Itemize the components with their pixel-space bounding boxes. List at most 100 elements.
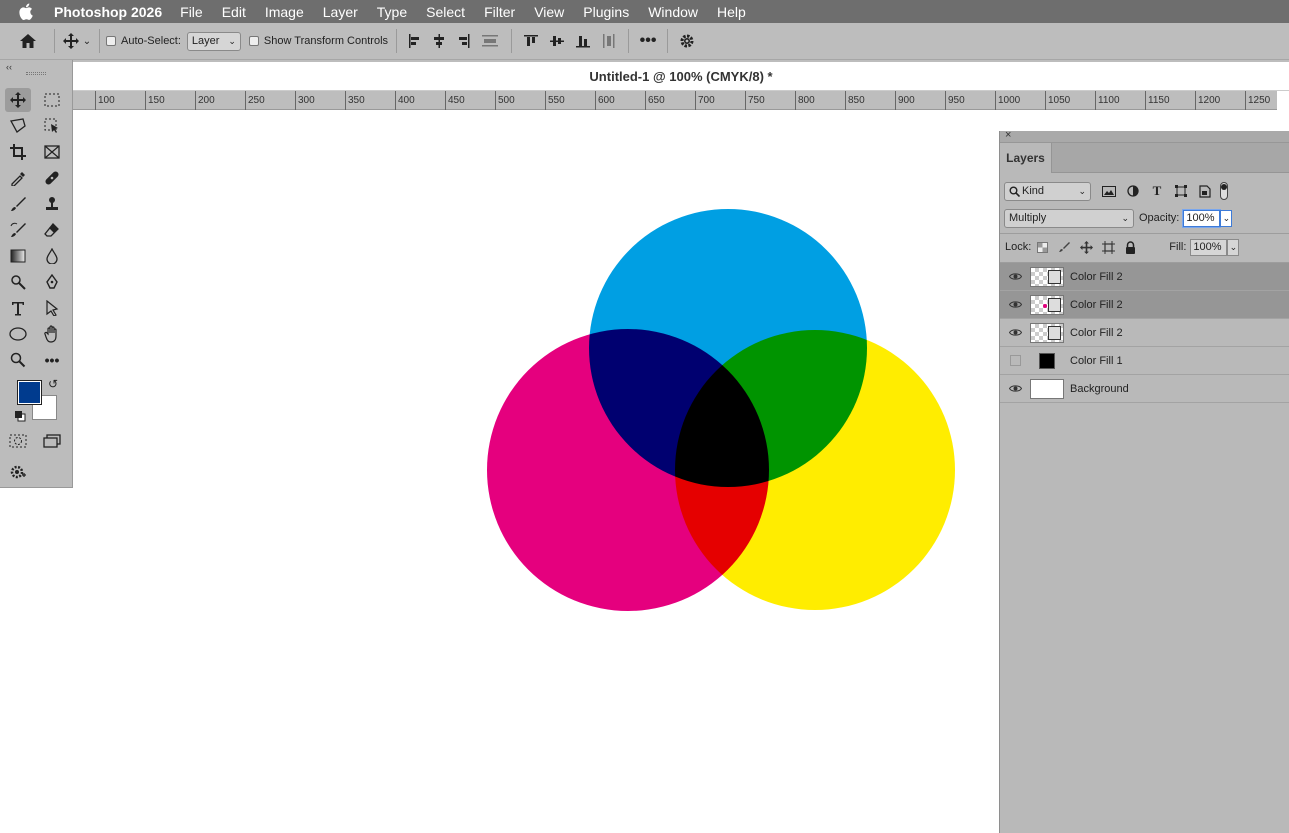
eyedropper-tool-icon[interactable] [5, 166, 31, 190]
more-tools-icon[interactable]: ••• [39, 348, 65, 372]
move-tool-icon[interactable] [61, 29, 81, 53]
apple-icon[interactable] [18, 3, 38, 20]
gear-icon[interactable] [674, 29, 700, 53]
hand-tool-icon[interactable] [39, 322, 65, 346]
layer-row[interactable]: Color Fill 1 [1000, 347, 1289, 375]
type-filter-icon[interactable]: T [1145, 179, 1169, 203]
distribute-vertical-icon[interactable] [596, 29, 622, 53]
blend-mode-dropdown[interactable]: Multiply ⌄ [1004, 208, 1134, 228]
align-middle-icon[interactable] [544, 29, 570, 53]
path-selection-tool-icon[interactable] [39, 296, 65, 320]
align-bottom-icon[interactable] [570, 29, 596, 53]
show-transform-checkbox[interactable] [248, 36, 259, 46]
menu-edit[interactable]: Edit [222, 4, 246, 20]
chevron-down-icon[interactable]: ⌄ [81, 29, 93, 53]
layer-row[interactable]: Color Fill 2 [1000, 319, 1289, 347]
menu-plugins[interactable]: Plugins [583, 4, 629, 20]
eraser-tool-icon[interactable] [39, 218, 65, 242]
align-right-icon[interactable] [451, 29, 475, 53]
menu-help[interactable]: Help [717, 4, 746, 20]
divider [511, 29, 513, 53]
move-tool-icon[interactable] [5, 88, 31, 112]
dodge-tool-icon[interactable] [5, 270, 31, 294]
align-left-icon[interactable] [403, 29, 427, 53]
crop-tool-icon[interactable] [5, 140, 31, 164]
home-icon[interactable] [14, 29, 42, 53]
brush-tool-icon[interactable] [5, 192, 31, 216]
close-icon[interactable]: × [1005, 129, 1011, 141]
stamp-tool-icon[interactable] [39, 192, 65, 216]
menu-window[interactable]: Window [648, 4, 698, 20]
distribute-icon[interactable] [475, 29, 505, 53]
ruler-tick: 1100 [1095, 91, 1120, 110]
default-colors-icon[interactable] [14, 410, 26, 425]
smart-object-filter-icon[interactable] [1193, 179, 1217, 203]
menu-select[interactable]: Select [426, 4, 465, 20]
pen-tool-icon[interactable] [39, 270, 65, 294]
image-filter-icon[interactable] [1097, 179, 1121, 203]
shape-filter-icon[interactable] [1169, 179, 1193, 203]
quick-mask-icon[interactable] [5, 429, 31, 453]
menu-layer[interactable]: Layer [323, 4, 358, 20]
grip-icon[interactable] [26, 72, 46, 75]
chevron-down-icon[interactable]: ⌄ [1220, 209, 1233, 227]
menu-file[interactable]: File [180, 4, 203, 20]
gradient-tool-icon[interactable] [5, 244, 31, 268]
tools-panel: ‹‹ ••• ↺ [0, 60, 73, 488]
horizontal-ruler[interactable]: 100 150 200 250 300 350 400 450 500 550 600 650 700 7… [73, 91, 1277, 110]
type-tool-icon[interactable] [5, 296, 31, 320]
ruler-tick: 900 [895, 91, 915, 110]
collapse-icon[interactable]: ‹‹ [6, 62, 12, 72]
eye-icon[interactable] [1000, 384, 1030, 393]
filter-kind-dropdown[interactable]: Kind ⌄ [1004, 181, 1091, 201]
layer-row[interactable]: Background [1000, 375, 1289, 403]
chevron-down-icon[interactable]: ⌄ [1227, 238, 1240, 256]
align-top-icon[interactable] [518, 29, 544, 53]
frame-tool-icon[interactable] [39, 140, 65, 164]
eye-icon[interactable] [1000, 272, 1030, 281]
layers-panel: × Layers Kind ⌄ T Multiply ⌄ Opacity: 10… [999, 129, 1289, 833]
edit-toolbar-icon[interactable] [5, 460, 31, 484]
lasso-tool-icon[interactable] [5, 114, 31, 138]
app-name[interactable]: Photoshop 2026 [54, 4, 162, 20]
blur-tool-icon[interactable] [39, 244, 65, 268]
lock-all-icon[interactable] [1119, 235, 1141, 259]
eye-icon[interactable] [1000, 300, 1030, 309]
screen-mode-icon[interactable] [39, 429, 65, 453]
menu-type[interactable]: Type [377, 4, 407, 20]
document-title[interactable]: Untitled-1 @ 100% (CMYK/8) * [73, 62, 1289, 91]
align-center-icon[interactable] [427, 29, 451, 53]
object-selection-tool-icon[interactable] [39, 114, 65, 138]
tab-layers[interactable]: Layers [1000, 143, 1052, 173]
more-options-icon[interactable]: ••• [635, 29, 661, 53]
opacity-input[interactable]: 100% [1183, 209, 1221, 227]
healing-brush-tool-icon[interactable] [39, 166, 65, 190]
foreground-color-swatch[interactable] [17, 380, 42, 405]
layer-row[interactable]: Color Fill 2 [1000, 263, 1289, 291]
ellipse-tool-icon[interactable] [5, 322, 31, 346]
menu-filter[interactable]: Filter [484, 4, 515, 20]
blend-opacity-row: Multiply ⌄ Opacity: 100% ⌄ [1000, 207, 1289, 229]
adjustment-filter-icon[interactable] [1121, 179, 1145, 203]
lock-position-icon[interactable] [1075, 235, 1097, 259]
marquee-tool-icon[interactable] [39, 88, 65, 112]
lock-transparency-icon[interactable] [1031, 235, 1053, 259]
layer-row[interactable]: Color Fill 2 [1000, 291, 1289, 319]
lock-pixels-icon[interactable] [1053, 235, 1075, 259]
visibility-toggle[interactable] [1000, 355, 1030, 366]
ruler-tick: 1150 [1145, 91, 1170, 110]
history-brush-tool-icon[interactable] [5, 218, 31, 242]
filter-toggle-icon[interactable] [1217, 179, 1231, 203]
ruler-tick: 1000 [995, 91, 1020, 110]
auto-select-checkbox[interactable] [106, 36, 116, 46]
menu-image[interactable]: Image [265, 4, 304, 20]
zoom-tool-icon[interactable] [5, 348, 31, 372]
auto-select-value: Layer [191, 35, 220, 47]
menu-view[interactable]: View [534, 4, 564, 20]
canvas[interactable] [73, 110, 999, 831]
lock-artboard-icon[interactable] [1097, 235, 1119, 259]
eye-icon[interactable] [1000, 328, 1030, 337]
swap-colors-icon[interactable]: ↺ [48, 377, 58, 391]
fill-input[interactable]: 100% [1190, 238, 1228, 256]
auto-select-dropdown[interactable]: Layer ⌄ [186, 31, 241, 51]
